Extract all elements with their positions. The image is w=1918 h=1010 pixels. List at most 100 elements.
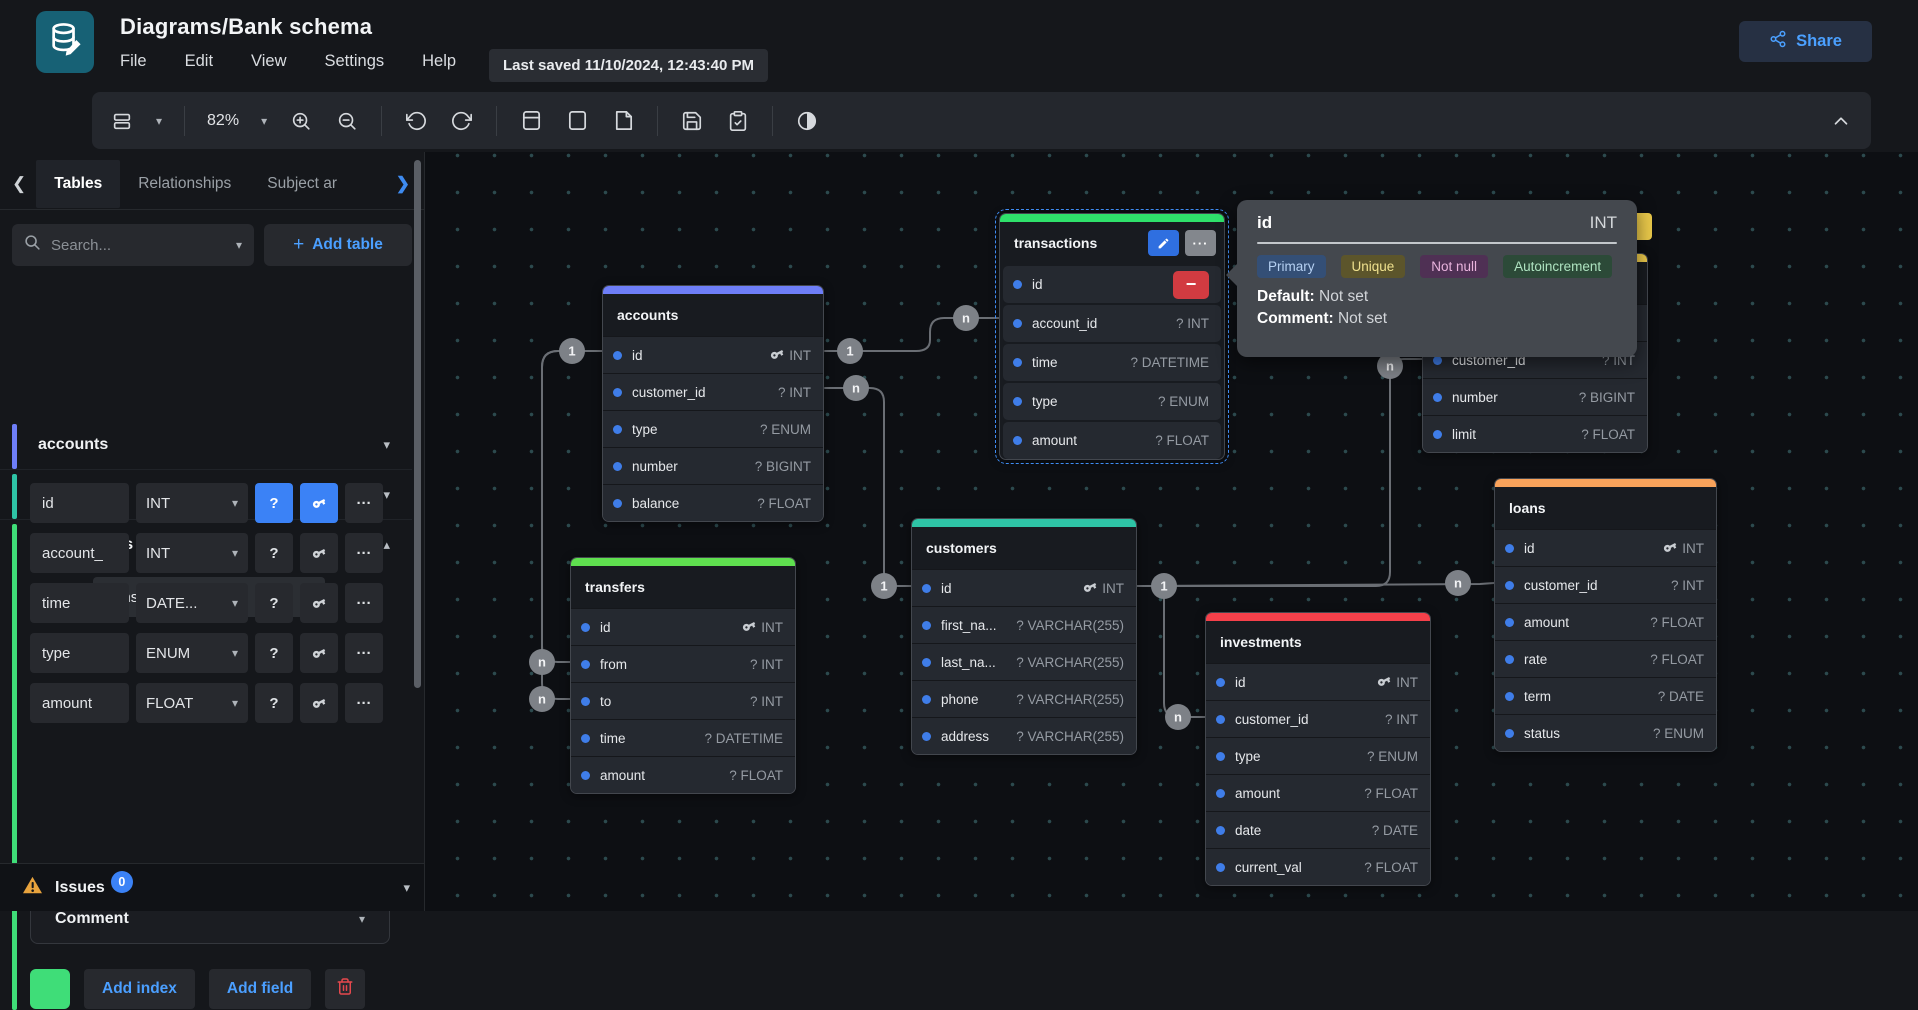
field-more-button[interactable]: ··· (345, 633, 383, 673)
add-note-button[interactable] (611, 109, 635, 133)
field-nullable-button[interactable]: ? (255, 583, 293, 623)
field-type-select[interactable]: FLOAT▾ (136, 683, 248, 723)
chevron-up-icon[interactable]: ▴ (383, 537, 390, 553)
table-header[interactable]: transfers (571, 566, 795, 608)
table-more-button[interactable]: ··· (1185, 230, 1216, 256)
table-field-row[interactable]: amount? FLOAT (1003, 422, 1221, 459)
field-nullable-button[interactable]: ? (255, 633, 293, 673)
search-input[interactable]: Search... ▾ (12, 224, 254, 266)
edit-table-button[interactable] (1148, 230, 1179, 256)
table-field-row[interactable]: balance? FLOAT (603, 484, 823, 521)
tab-subject-areas[interactable]: Subject ar (249, 160, 355, 208)
table-field-row[interactable]: number? BIGINT (603, 447, 823, 484)
redo-button[interactable] (450, 109, 474, 133)
field-name-input[interactable]: time (30, 583, 129, 623)
table-field-row[interactable]: address? VARCHAR(255) (912, 717, 1136, 754)
table-header[interactable]: investments (1206, 621, 1430, 663)
add-area-button[interactable] (565, 109, 589, 133)
field-nullable-button[interactable]: ? (255, 683, 293, 723)
view-options-button[interactable] (110, 109, 134, 133)
field-type-select[interactable]: INT▾ (136, 533, 248, 573)
table-field-row[interactable]: first_na...? VARCHAR(255) (912, 606, 1136, 643)
table-field-row[interactable]: customer_id? INT (1206, 700, 1430, 737)
table-field-row[interactable]: idINT (912, 569, 1136, 606)
todo-button[interactable] (726, 109, 750, 133)
field-nullable-button[interactable]: ? (255, 483, 293, 523)
zoom-level-caret-icon[interactable]: ▾ (261, 114, 267, 128)
menu-edit[interactable]: Edit (185, 52, 213, 71)
table-header[interactable]: accounts (603, 294, 823, 336)
table-field-row[interactable]: rate? FLOAT (1495, 640, 1716, 677)
field-primary-key-button[interactable] (300, 533, 338, 573)
table-field-row[interactable]: customer_id? INT (1495, 566, 1716, 603)
table-field-row[interactable]: from? INT (571, 645, 795, 682)
add-table-button[interactable] (519, 109, 543, 133)
field-more-button[interactable]: ··· (345, 683, 383, 723)
table-field-row[interactable]: idINT (571, 608, 795, 645)
chevron-down-icon[interactable]: ▾ (403, 880, 410, 896)
table-field-row[interactable]: amount? FLOAT (1495, 603, 1716, 640)
field-more-button[interactable]: ··· (345, 583, 383, 623)
canvas-table-investments[interactable]: investmentsidINTcustomer_id? INTtype? EN… (1205, 612, 1431, 886)
issues-bar[interactable]: Issues 0 ▾ (0, 863, 424, 911)
delete-field-button[interactable]: − (1173, 271, 1209, 299)
undo-button[interactable] (404, 109, 428, 133)
sidebar-item-accounts[interactable]: accounts ▾ (0, 424, 412, 470)
field-name-input[interactable]: account_ (30, 533, 129, 573)
field-more-button[interactable]: ··· (345, 483, 383, 523)
table-field-row[interactable]: number? BIGINT (1423, 378, 1647, 415)
field-primary-key-button[interactable] (300, 483, 338, 523)
table-field-row[interactable]: amount? FLOAT (1206, 774, 1430, 811)
field-name-input[interactable]: type (30, 633, 129, 673)
field-type-select[interactable]: INT▾ (136, 483, 248, 523)
table-field-row[interactable]: type? ENUM (1003, 383, 1221, 420)
field-type-select[interactable]: ENUM▾ (136, 633, 248, 673)
field-type-select[interactable]: DATE...▾ (136, 583, 248, 623)
menu-settings[interactable]: Settings (325, 52, 385, 71)
table-field-row[interactable]: to? INT (571, 682, 795, 719)
table-field-row[interactable]: account_id? INT (1003, 305, 1221, 342)
table-field-row[interactable]: type? ENUM (603, 410, 823, 447)
tabs-scroll-right-icon[interactable]: ❯ (396, 174, 410, 194)
field-more-button[interactable]: ··· (345, 533, 383, 573)
delete-table-button[interactable] (325, 969, 365, 1009)
tabs-scroll-left-icon[interactable]: ❮ (12, 174, 26, 194)
view-options-caret-icon[interactable]: ▾ (156, 114, 162, 128)
canvas-table-transfers[interactable]: transfersidINTfrom? INTto? INTtime? DATE… (570, 557, 796, 794)
tab-relationships[interactable]: Relationships (120, 160, 249, 208)
table-field-row[interactable]: term? DATE (1495, 677, 1716, 714)
canvas-table-accounts[interactable]: accountsidINTcustomer_id? INTtype? ENUMn… (602, 285, 824, 522)
table-field-row[interactable]: type? ENUM (1206, 737, 1430, 774)
zoom-level-display[interactable]: 82% (207, 112, 239, 130)
menu-view[interactable]: View (251, 52, 286, 71)
sidebar-scrollbar[interactable] (414, 160, 421, 688)
field-nullable-button[interactable]: ? (255, 533, 293, 573)
canvas-table-transactions[interactable]: transactions···id−account_id? INTtime? D… (999, 213, 1225, 460)
table-field-row[interactable]: time? DATETIME (1003, 344, 1221, 381)
table-field-row[interactable]: date? DATE (1206, 811, 1430, 848)
add-table-sidebar-button[interactable]: + Add table (264, 224, 412, 266)
table-color-swatch[interactable] (30, 969, 70, 1009)
theme-toggle-button[interactable] (795, 109, 819, 133)
table-field-row[interactable]: current_val? FLOAT (1206, 848, 1430, 885)
save-button[interactable] (680, 109, 704, 133)
table-field-row[interactable]: idINT (1495, 529, 1716, 566)
chevron-down-icon[interactable]: ▾ (383, 487, 390, 503)
field-primary-key-button[interactable] (300, 583, 338, 623)
add-field-button[interactable]: Add field (209, 969, 311, 1009)
menu-help[interactable]: Help (422, 52, 456, 71)
add-index-button[interactable]: Add index (84, 969, 195, 1009)
table-field-row[interactable]: idINT (603, 336, 823, 373)
table-field-row[interactable]: limit? FLOAT (1423, 415, 1647, 452)
menu-file[interactable]: File (120, 52, 147, 71)
table-header[interactable]: customers (912, 527, 1136, 569)
canvas-table-loans[interactable]: loansidINTcustomer_id? INTamount? FLOATr… (1494, 478, 1717, 752)
table-field-row[interactable]: id− (1003, 266, 1221, 303)
table-header[interactable]: transactions··· (1000, 222, 1224, 264)
field-primary-key-button[interactable] (300, 633, 338, 673)
table-field-row[interactable]: customer_id? INT (603, 373, 823, 410)
table-field-row[interactable]: amount? FLOAT (571, 756, 795, 793)
zoom-out-button[interactable] (335, 109, 359, 133)
tab-tables[interactable]: Tables (36, 160, 120, 208)
table-field-row[interactable]: idINT (1206, 663, 1430, 700)
